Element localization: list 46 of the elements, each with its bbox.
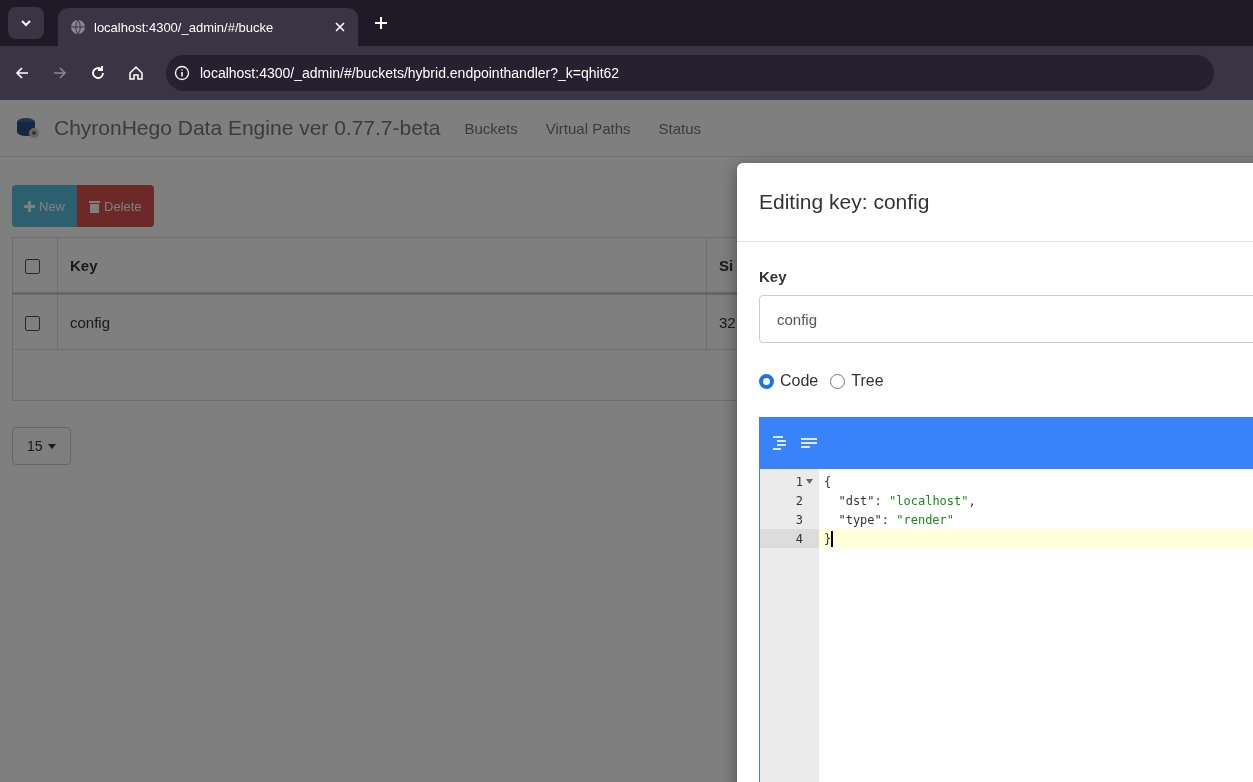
code-line: }	[823, 531, 832, 546]
globe-icon	[70, 19, 86, 35]
code-line: "type": "render"	[837, 512, 955, 527]
caret-icon	[47, 443, 56, 449]
line-number: 2	[795, 493, 803, 508]
key-input-field[interactable]: config	[759, 295, 1253, 343]
page-size-dropdown[interactable]: 15	[12, 427, 71, 465]
code-line: {	[823, 474, 832, 489]
code-editor[interactable]: 1 { 2 "dst": "localhost", 3 "type": "render" 4 }	[759, 417, 1253, 782]
tab-list-button[interactable]	[8, 7, 44, 39]
browser-tab[interactable]: localhost:4300/_admin/#/bucke	[58, 8, 358, 46]
line-number: 4	[795, 531, 803, 546]
plus-icon	[24, 200, 35, 212]
radio-button[interactable]	[759, 373, 774, 389]
nav-link[interactable]: Virtual Paths	[545, 119, 631, 137]
nav-link[interactable]: Status	[658, 119, 702, 137]
new-tab-icon[interactable]	[374, 16, 388, 30]
modal-title: Editing key: config	[759, 190, 930, 214]
code-line: "dst": "localhost",	[837, 493, 976, 508]
app-title[interactable]: ChyronHego Data Engine ver 0.77.7-beta	[54, 116, 441, 140]
select-all-checkbox[interactable]	[25, 258, 40, 274]
database-gear-icon	[16, 117, 40, 139]
reload-icon[interactable]	[90, 65, 106, 81]
delete-button[interactable]: Delete	[77, 185, 154, 227]
back-icon[interactable]	[14, 65, 30, 81]
tab-title: localhost:4300/_admin/#/bucke	[94, 19, 275, 35]
chevron-down-icon	[20, 19, 32, 27]
fold-arrow-icon[interactable]	[806, 479, 813, 484]
compact-icon[interactable]	[800, 437, 818, 449]
line-number: 3	[795, 512, 803, 527]
radio-label[interactable]: Code	[780, 372, 819, 390]
info-icon	[174, 65, 190, 81]
table-cell: config	[57, 293, 707, 350]
url-text: localhost:4300/_admin/#/buckets/hybrid.endpointhandler?_k=qhit62	[200, 65, 620, 81]
radio-button[interactable]	[830, 373, 846, 389]
trash-icon	[89, 199, 100, 213]
field-label: Key	[759, 268, 788, 285]
radio-label[interactable]: Tree	[851, 372, 884, 390]
nav-link[interactable]: Buckets	[464, 119, 518, 137]
column-header: Key	[57, 237, 707, 294]
forward-icon[interactable]	[52, 65, 68, 81]
line-number: 1	[795, 474, 803, 489]
row-checkbox[interactable]	[25, 315, 40, 331]
close-icon[interactable]	[334, 21, 346, 33]
address-bar[interactable]: localhost:4300/_admin/#/buckets/hybrid.endpointhandler?_k=qhit62	[166, 55, 1214, 91]
home-icon[interactable]	[128, 65, 144, 81]
